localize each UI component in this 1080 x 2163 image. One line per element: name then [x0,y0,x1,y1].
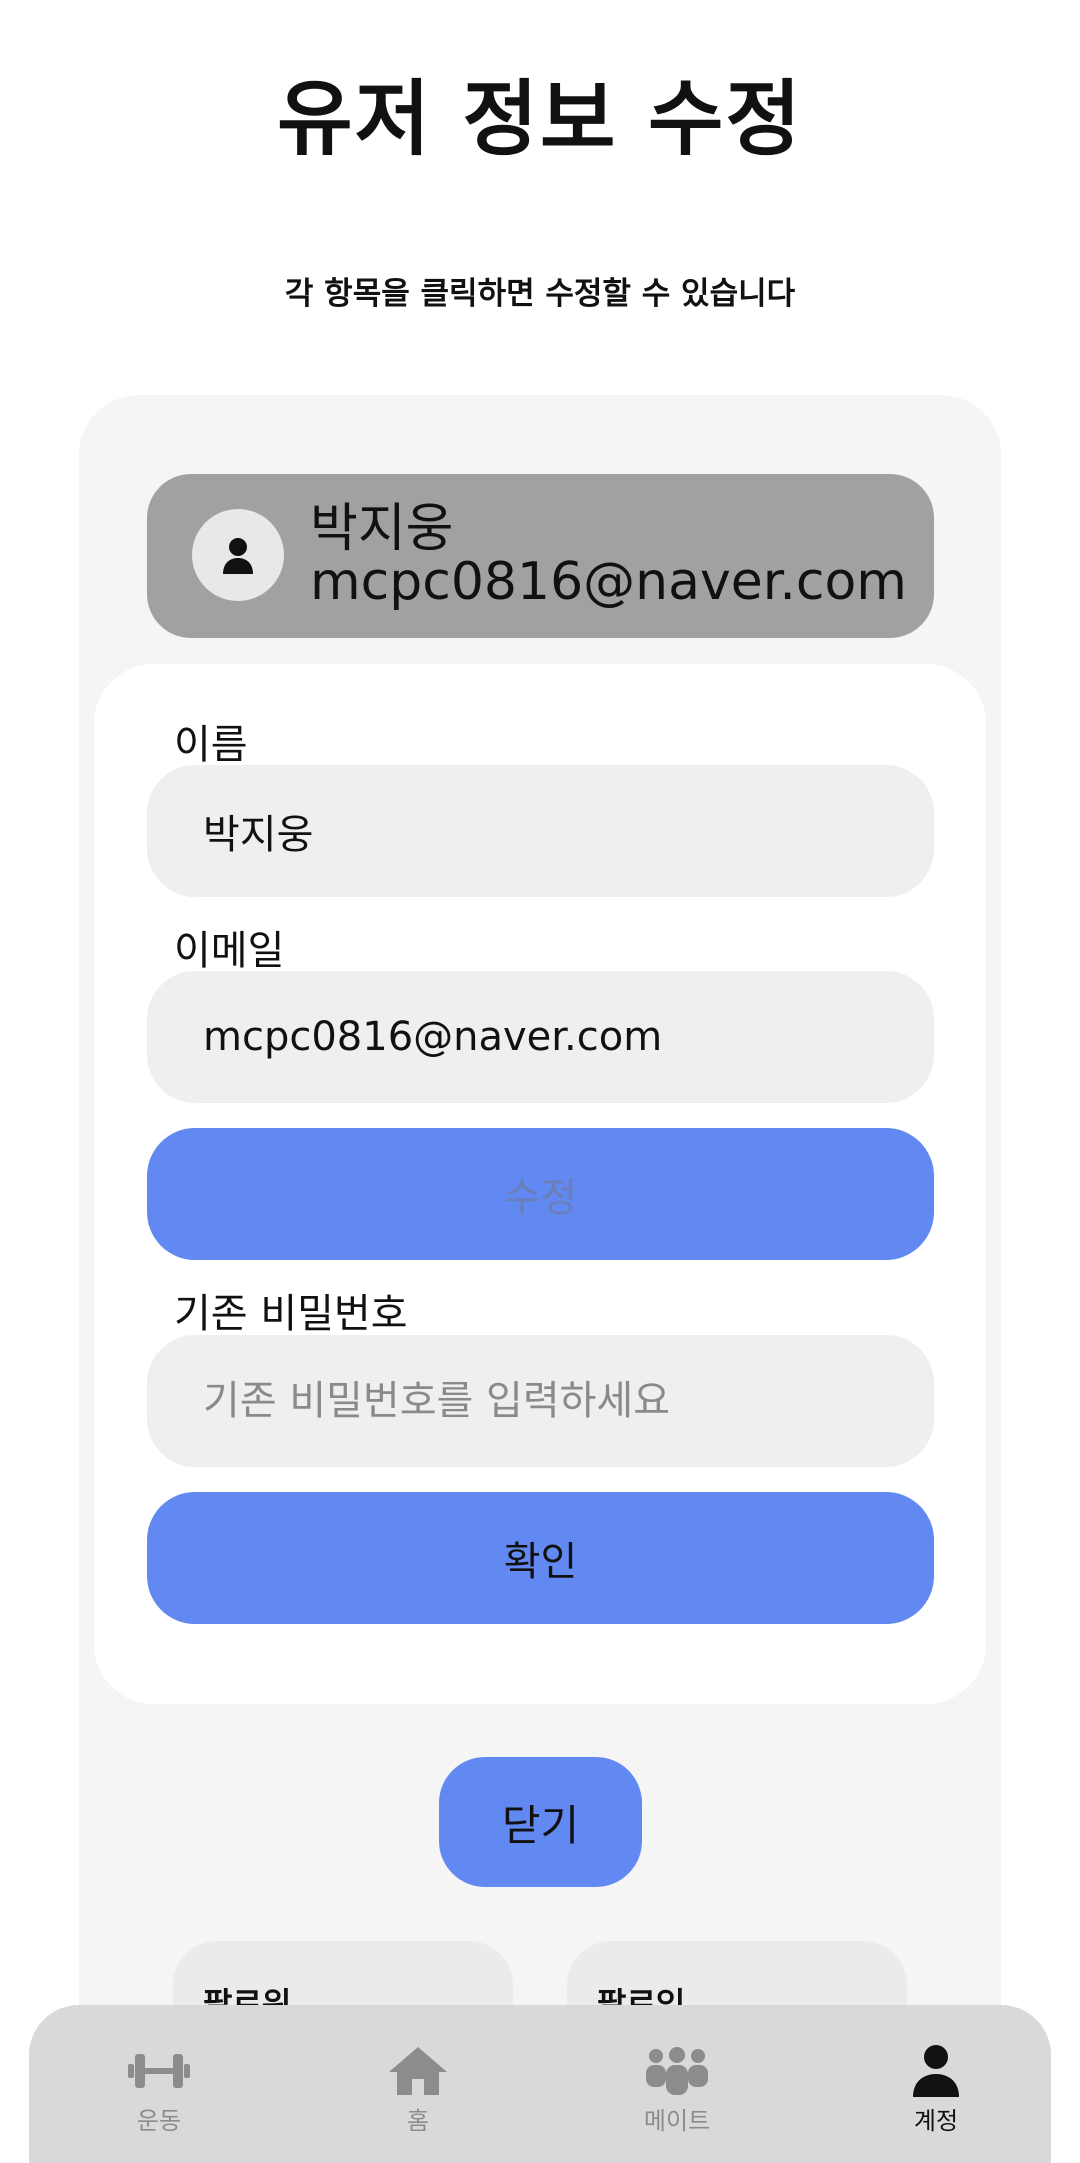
name-label: 이름 [174,722,248,768]
profile-name: 박지웅 [310,499,454,559]
nav-item-mate[interactable]: 메이트 [577,2005,777,2163]
password-input[interactable] [201,1377,880,1425]
bottom-nav: 운동 홈 메이트 계정 [29,2005,1051,2163]
profile-card: 박지웅 mcpc0816@naver.com [147,474,934,638]
nav-label-home: 홈 [406,2107,430,2135]
person-icon [913,2045,959,2097]
page-subtitle: 각 항목을 클릭하면 수정할 수 있습니다 [284,276,796,312]
nav-item-home[interactable]: 홈 [318,2005,518,2163]
edit-button[interactable]: 수정 [147,1128,934,1260]
group-icon [646,2047,708,2095]
confirm-button[interactable]: 확인 [147,1492,934,1624]
profile-email: mcpc0816@naver.com [310,552,907,612]
nav-item-workout[interactable]: 운동 [59,2005,259,2163]
avatar [192,509,284,601]
nav-label-account: 계정 [913,2107,959,2135]
home-icon [389,2047,447,2095]
email-field[interactable] [147,971,934,1103]
name-input[interactable] [201,807,880,855]
close-button[interactable]: 닫기 [439,1757,642,1887]
nav-label-workout: 운동 [136,2107,182,2135]
page-title: 유저 정보 수정 [277,72,803,167]
password-field[interactable] [147,1335,934,1467]
nav-label-mate: 메이트 [643,2107,711,2135]
email-input[interactable] [201,1013,880,1061]
password-label: 기존 비밀번호 [174,1291,408,1337]
name-field[interactable] [147,765,934,897]
email-label: 이메일 [174,928,285,974]
person-icon [223,538,253,574]
dumbbell-icon [128,2054,190,2088]
nav-item-account[interactable]: 계정 [836,2005,1036,2163]
